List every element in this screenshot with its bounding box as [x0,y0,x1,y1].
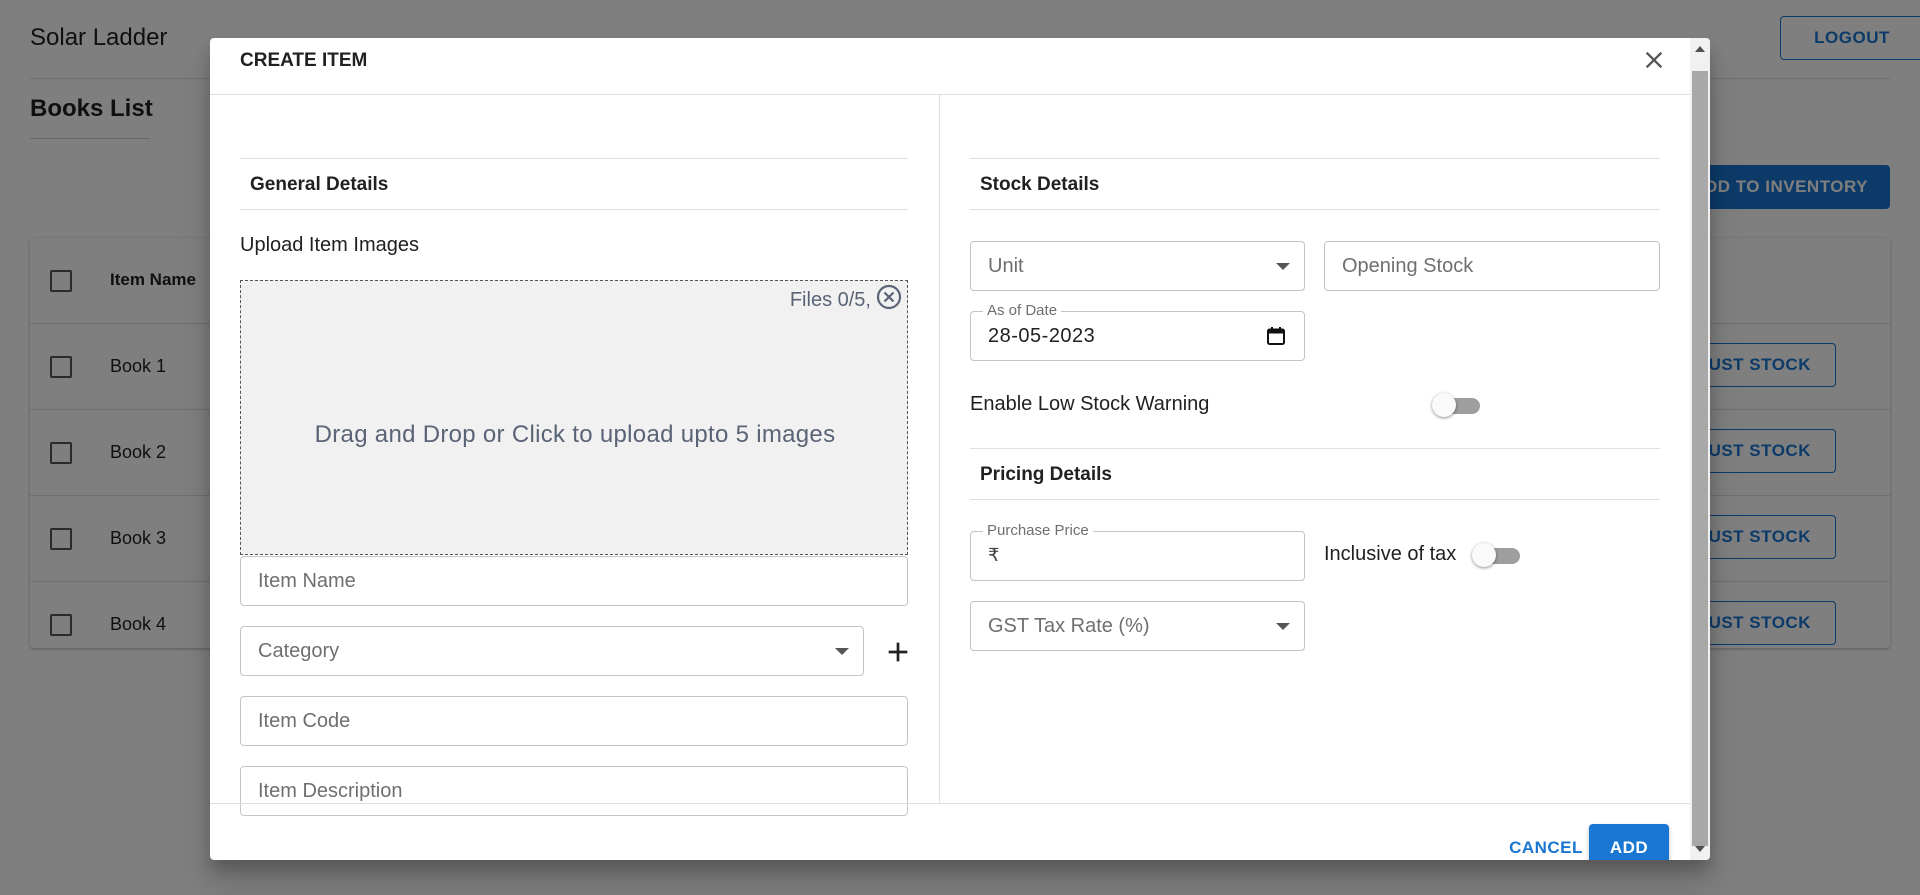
column-divider [939,95,940,803]
as-of-date-value: 28-05-2023 [988,325,1096,347]
currency-symbol: ₹ [988,545,1000,565]
cancel-button[interactable]: CANCEL [1490,827,1602,860]
section-title: General Details [250,174,389,195]
inclusive-of-tax-toggle[interactable] [1472,543,1520,567]
files-count: Files 0/5, [789,289,871,311]
low-stock-warning-label: Enable Low Stock Warning [970,393,1210,415]
category-placeholder: Category [258,640,340,662]
toggle-thumb [1472,543,1496,567]
plus-icon [888,642,908,662]
dropzone-instructions: Drag and Drop or Click to upload upto 5 … [314,421,836,448]
low-stock-warning-toggle[interactable] [1432,393,1480,417]
calendar-icon[interactable] [1266,326,1286,346]
add-category-button[interactable] [882,636,914,668]
dialog-header: CREATE ITEM [210,38,1690,95]
scrollbar-thumb[interactable] [1692,71,1708,846]
category-select[interactable]: Category [240,626,864,676]
dropdown-caret-icon [1276,623,1290,630]
section-title: Stock Details [980,174,1100,195]
item-name-field[interactable]: Item Name [240,556,908,606]
dialog-body: General Details Upload Item Images Files… [210,95,1690,816]
close-button[interactable] [1640,46,1668,74]
dialog-title: CREATE ITEM [240,50,368,71]
general-details-heading: General Details [240,158,908,210]
toggle-thumb [1432,393,1456,417]
add-button[interactable]: ADD [1589,824,1669,860]
inclusive-of-tax-label: Inclusive of tax [1324,543,1457,565]
opening-stock-field[interactable]: Opening Stock [1324,241,1660,291]
gst-tax-rate-select[interactable]: GST Tax Rate (%) [970,601,1305,651]
as-of-date-label: As of Date [983,302,1062,319]
item-description-field[interactable]: Item Description [240,766,908,816]
pricing-details-heading: Pricing Details [970,448,1660,500]
scroll-up-arrow-icon[interactable] [1695,46,1705,52]
clear-icon[interactable] [875,283,903,311]
item-code-placeholder: Item Code [258,710,351,732]
opening-stock-placeholder: Opening Stock [1342,255,1474,277]
stock-details-heading: Stock Details [970,158,1660,210]
unit-placeholder: Unit [988,255,1024,277]
section-title: Pricing Details [980,464,1112,485]
unit-select[interactable]: Unit [970,241,1305,291]
dialog-actions-divider [210,803,1690,804]
item-name-placeholder: Item Name [258,570,356,592]
purchase-price-field[interactable]: Purchase Price ₹ [970,522,1305,581]
scroll-down-arrow-icon[interactable] [1695,846,1705,852]
upload-images-label: Upload Item Images [240,234,419,256]
purchase-price-label: Purchase Price [983,522,1093,539]
dialog-scrollbar[interactable] [1690,38,1710,860]
item-description-placeholder: Item Description [258,780,403,802]
close-icon [1645,51,1663,69]
as-of-date-field[interactable]: As of Date 28-05-2023 [970,302,1305,361]
image-dropzone[interactable]: Files 0/5, Drag and Drop or Click to upl… [240,280,908,555]
dropdown-caret-icon [835,648,849,655]
item-code-field[interactable]: Item Code [240,696,908,746]
gst-tax-rate-placeholder: GST Tax Rate (%) [988,615,1150,637]
dropdown-caret-icon [1276,263,1290,270]
create-item-dialog: CREATE ITEM General Details Upload Item … [210,38,1710,860]
